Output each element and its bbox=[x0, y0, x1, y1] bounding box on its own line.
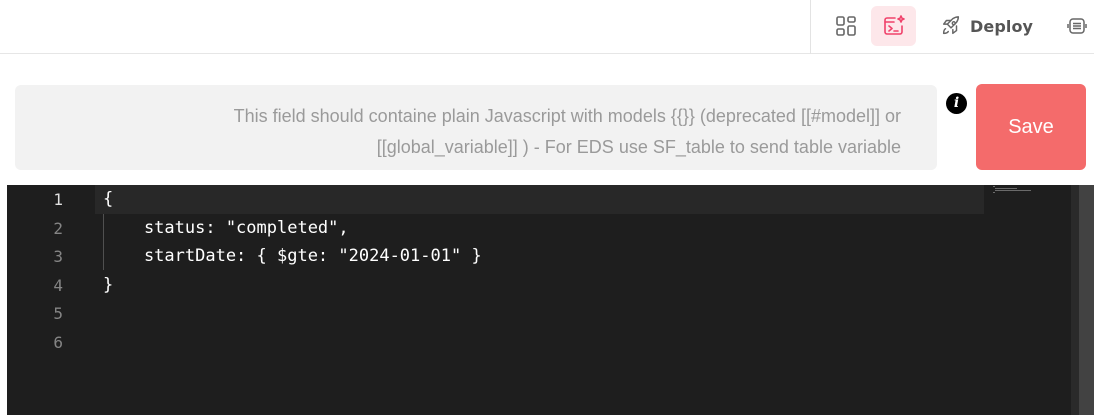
code-editor[interactable]: 1 2 3 4 5 6 { status: "completed", start… bbox=[7, 185, 1094, 415]
info-icon[interactable]: i bbox=[946, 93, 967, 114]
minimap-line bbox=[993, 192, 995, 193]
script-hint-field: This field should containe plain Javascr… bbox=[15, 85, 937, 170]
code-line: status: "completed", bbox=[103, 218, 349, 238]
minimap-line bbox=[995, 188, 1017, 189]
toolbar-divider bbox=[810, 0, 811, 54]
code-edit-icon bbox=[882, 14, 906, 38]
hint-line-2: [[global_variable]] ) - For EDS use SF_t… bbox=[376, 137, 901, 157]
api-icon bbox=[1067, 16, 1087, 36]
minimap-line bbox=[995, 190, 1031, 191]
line-number: 5 bbox=[53, 304, 63, 323]
layout-button[interactable] bbox=[826, 6, 866, 46]
layout-grid-icon bbox=[835, 15, 857, 37]
line-number: 6 bbox=[53, 333, 63, 352]
code-line: { bbox=[103, 189, 114, 209]
vertical-scrollbar[interactable] bbox=[1071, 185, 1094, 415]
line-number: 4 bbox=[53, 276, 63, 295]
deploy-button[interactable]: Deploy bbox=[936, 6, 1040, 46]
line-number-gutter: 1 2 3 4 5 6 bbox=[7, 185, 87, 415]
api-button[interactable] bbox=[1060, 6, 1094, 46]
rocket-icon bbox=[940, 15, 962, 37]
code-line: } bbox=[103, 275, 114, 295]
deploy-label: Deploy bbox=[970, 16, 1034, 36]
hint-line-1: This field should containe plain Javascr… bbox=[233, 106, 901, 126]
line-number: 1 bbox=[53, 190, 63, 209]
minimap-line bbox=[993, 186, 995, 187]
scrollbar-thumb[interactable] bbox=[1079, 185, 1094, 415]
line-number: 2 bbox=[53, 219, 63, 238]
code-editor-button[interactable] bbox=[871, 6, 916, 46]
top-toolbar: Deploy bbox=[0, 0, 1094, 54]
line-number: 3 bbox=[53, 247, 63, 266]
minimap[interactable] bbox=[985, 185, 1071, 415]
current-line-highlight bbox=[95, 185, 984, 214]
save-button[interactable]: Save bbox=[976, 84, 1086, 170]
code-line: startDate: { $gte: "2024-01-01" } bbox=[103, 246, 482, 266]
